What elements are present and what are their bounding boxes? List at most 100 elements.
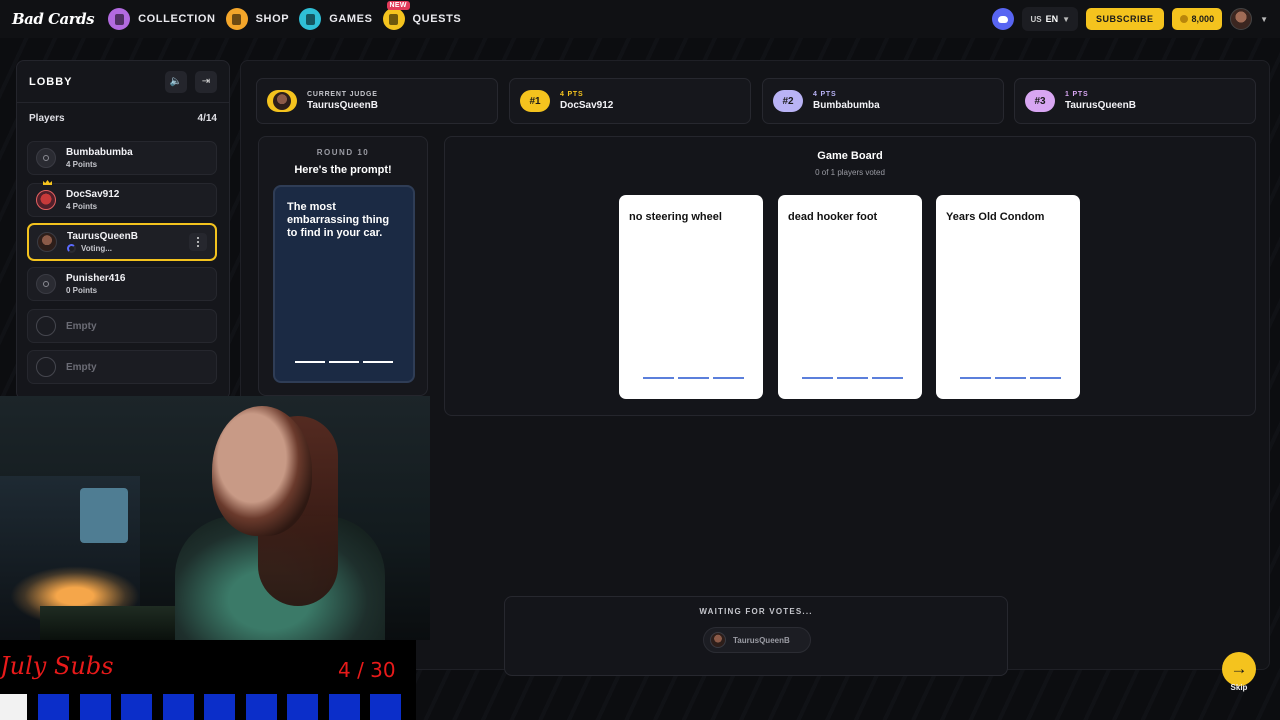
empty-seat-icon xyxy=(36,316,56,336)
arrow-right-icon: → xyxy=(1230,659,1248,678)
card-lines xyxy=(643,377,744,379)
player-avatar xyxy=(710,632,726,648)
language-selector[interactable]: US EN ▼ xyxy=(1022,7,1079,31)
bad-cards-logo[interactable]: Bad Cards xyxy=(12,10,95,28)
player-status: Voting... xyxy=(67,244,138,253)
votes-progress: 0 of 1 players voted xyxy=(815,168,885,177)
skip-label: Skip xyxy=(1230,683,1248,692)
player-points: 4 Points xyxy=(66,160,98,169)
sound-toggle-button[interactable]: 🔈 xyxy=(165,70,187,93)
exit-icon: ⇥ xyxy=(201,76,211,87)
empty-slot: Empty xyxy=(27,309,217,343)
coin-balance[interactable]: 8,000 xyxy=(1171,8,1223,30)
speaker-icon: 🔈 xyxy=(169,76,183,87)
coin-amount: 8,000 xyxy=(1191,14,1215,24)
sub-goal-block xyxy=(163,694,194,720)
nav-shop[interactable]: SHOP xyxy=(225,8,290,30)
waiting-player-name: TaurusQueenB xyxy=(733,635,790,645)
voting-status: Voting... xyxy=(81,244,112,253)
empty-slot: Empty xyxy=(27,350,217,384)
player-menu-button[interactable] xyxy=(189,233,207,251)
prompt-heading: Here's the prompt! xyxy=(294,164,392,176)
sub-goal-block xyxy=(370,694,401,720)
nav-collection-label: COLLECTION xyxy=(138,13,216,25)
player-row[interactable]: Punisher416 0 Points xyxy=(27,267,217,301)
sub-goal-block xyxy=(38,694,69,720)
card-lines xyxy=(802,377,903,379)
language-code: EN xyxy=(1045,14,1059,24)
answer-card[interactable]: no steering wheel xyxy=(619,195,763,399)
card-lines xyxy=(960,377,1061,379)
rank-points: 1 PTS xyxy=(1065,91,1089,98)
nav-quests[interactable]: NEW QUESTS xyxy=(382,1,462,30)
empty-label: Empty xyxy=(66,361,97,373)
judge-name: TaurusQueenB xyxy=(307,100,378,111)
cart-icon xyxy=(225,8,248,30)
nav-quests-label: QUESTS xyxy=(412,13,462,25)
loading-spinner-icon xyxy=(67,244,76,253)
player-row[interactable]: Bumbabumba 4 Points xyxy=(27,141,217,175)
answer-text: no steering wheel xyxy=(629,211,722,223)
player-row[interactable]: DocSav912 4 Points xyxy=(27,180,217,217)
games-icon xyxy=(299,8,322,30)
leaderboard-rank-2: #2 4 PTS Bumbabumba xyxy=(762,78,1004,124)
default-avatar-icon xyxy=(36,148,56,168)
round-label: ROUND 10 xyxy=(316,148,370,157)
board-title: Game Board xyxy=(817,150,883,162)
player-name: DocSav912 xyxy=(66,189,120,200)
player-points: 0 Points xyxy=(66,286,98,295)
rank-badge: #2 xyxy=(773,90,803,112)
default-avatar-icon xyxy=(36,274,56,294)
streamer-image xyxy=(212,406,312,536)
rank-name: DocSav912 xyxy=(560,100,614,111)
sub-goal-block xyxy=(80,694,111,720)
leave-lobby-button[interactable]: ⇥ xyxy=(195,70,217,93)
player-points: 4 Points xyxy=(66,202,98,211)
players-count: 4/14 xyxy=(197,113,217,124)
rank-badge: #1 xyxy=(520,90,550,112)
empty-label: Empty xyxy=(66,320,97,332)
quests-icon: NEW xyxy=(382,1,410,30)
answer-card[interactable]: dead hooker foot xyxy=(778,195,922,399)
subscribe-button[interactable]: SUBSCRIBE xyxy=(1086,8,1164,30)
rank-points: 4 PTS xyxy=(813,91,837,98)
player-row-active[interactable]: TaurusQueenB Voting... xyxy=(27,223,217,261)
account-chevron-icon[interactable]: ▼ xyxy=(1260,15,1268,24)
sub-goal-block xyxy=(121,694,152,720)
sub-goal-block xyxy=(287,694,318,720)
user-avatar[interactable] xyxy=(1230,8,1253,30)
webcam-overlay xyxy=(0,396,430,640)
game-board: Game Board 0 of 1 players voted no steer… xyxy=(444,136,1256,416)
crown-icon xyxy=(43,180,52,185)
leaderboard-rank-3: #3 1 PTS TaurusQueenB xyxy=(1014,78,1256,124)
coin-icon xyxy=(1179,15,1188,23)
answer-card[interactable]: Years Old Condom xyxy=(936,195,1080,399)
rank-name: Bumbabumba xyxy=(813,100,880,111)
player-avatar xyxy=(37,232,57,252)
sub-goal-block xyxy=(329,694,360,720)
discord-icon[interactable] xyxy=(992,8,1015,30)
player-name: TaurusQueenB xyxy=(67,231,138,242)
player-avatar xyxy=(36,190,56,210)
leaderboard-rank-1: #1 4 PTS DocSav912 xyxy=(509,78,751,124)
judge-avatar xyxy=(267,90,297,112)
nav-collection[interactable]: COLLECTION xyxy=(108,8,216,30)
player-name: Punisher416 xyxy=(66,273,126,284)
prompt-text: The most embarrassing thing to find in y… xyxy=(287,201,390,239)
nav-games-label: GAMES xyxy=(329,13,373,25)
new-badge: NEW xyxy=(386,1,410,10)
skip-button[interactable]: → xyxy=(1222,652,1256,686)
prompt-card: The most embarrassing thing to find in y… xyxy=(273,185,415,383)
sub-goal-block xyxy=(0,694,27,720)
answer-text: Years Old Condom xyxy=(946,211,1045,223)
player-name: Bumbabumba xyxy=(66,147,133,158)
empty-seat-icon xyxy=(36,357,56,377)
current-judge-card: CURRENT JUDGE TaurusQueenB xyxy=(256,78,498,124)
rank-name: TaurusQueenB xyxy=(1065,100,1136,111)
players-label: Players xyxy=(29,113,65,124)
sub-goal-block xyxy=(204,694,235,720)
sub-goal-label: July Subs xyxy=(0,652,114,680)
nav-games[interactable]: GAMES xyxy=(299,8,372,30)
rank-badge: #3 xyxy=(1025,90,1055,112)
waiting-player-pill: TaurusQueenB xyxy=(703,627,811,653)
